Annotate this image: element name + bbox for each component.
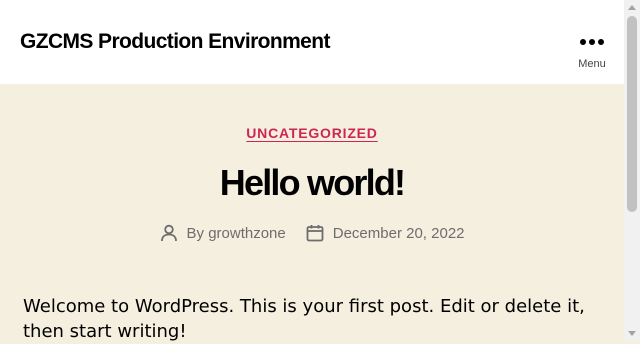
site-title[interactable]: GZCMS Production Environment <box>20 30 330 54</box>
scroll-up-arrow-icon[interactable] <box>628 5 636 10</box>
menu-label: Menu <box>578 58 606 70</box>
user-icon <box>160 224 177 242</box>
date-link[interactable]: December 20, 2022 <box>333 225 465 242</box>
author-prefix: By <box>186 224 205 242</box>
post-author: By growthzone <box>160 224 286 242</box>
post-area: UNCATEGORIZED Hello world! By growthzone… <box>0 84 624 342</box>
calendar-icon <box>306 225 324 242</box>
post-date: December 20, 2022 <box>306 224 465 242</box>
vertical-scrollbar[interactable] <box>624 0 640 341</box>
post-category: UNCATEGORIZED <box>0 125 624 141</box>
post-content: Welcome to WordPress. This is your first… <box>23 296 585 342</box>
post-meta: By growthzone December 20, 2022 <box>0 224 624 242</box>
author-link[interactable]: growthzone <box>208 225 286 242</box>
scroll-down-arrow-icon[interactable] <box>628 331 636 336</box>
menu-button[interactable]: Menu <box>572 30 612 74</box>
post-title[interactable]: Hello world! <box>0 160 624 206</box>
scrollbar-thumb[interactable] <box>627 16 637 212</box>
site-header: GZCMS Production Environment Menu <box>0 0 624 84</box>
category-link[interactable]: UNCATEGORIZED <box>246 125 377 141</box>
three-dots-horizontal-icon <box>572 39 612 45</box>
